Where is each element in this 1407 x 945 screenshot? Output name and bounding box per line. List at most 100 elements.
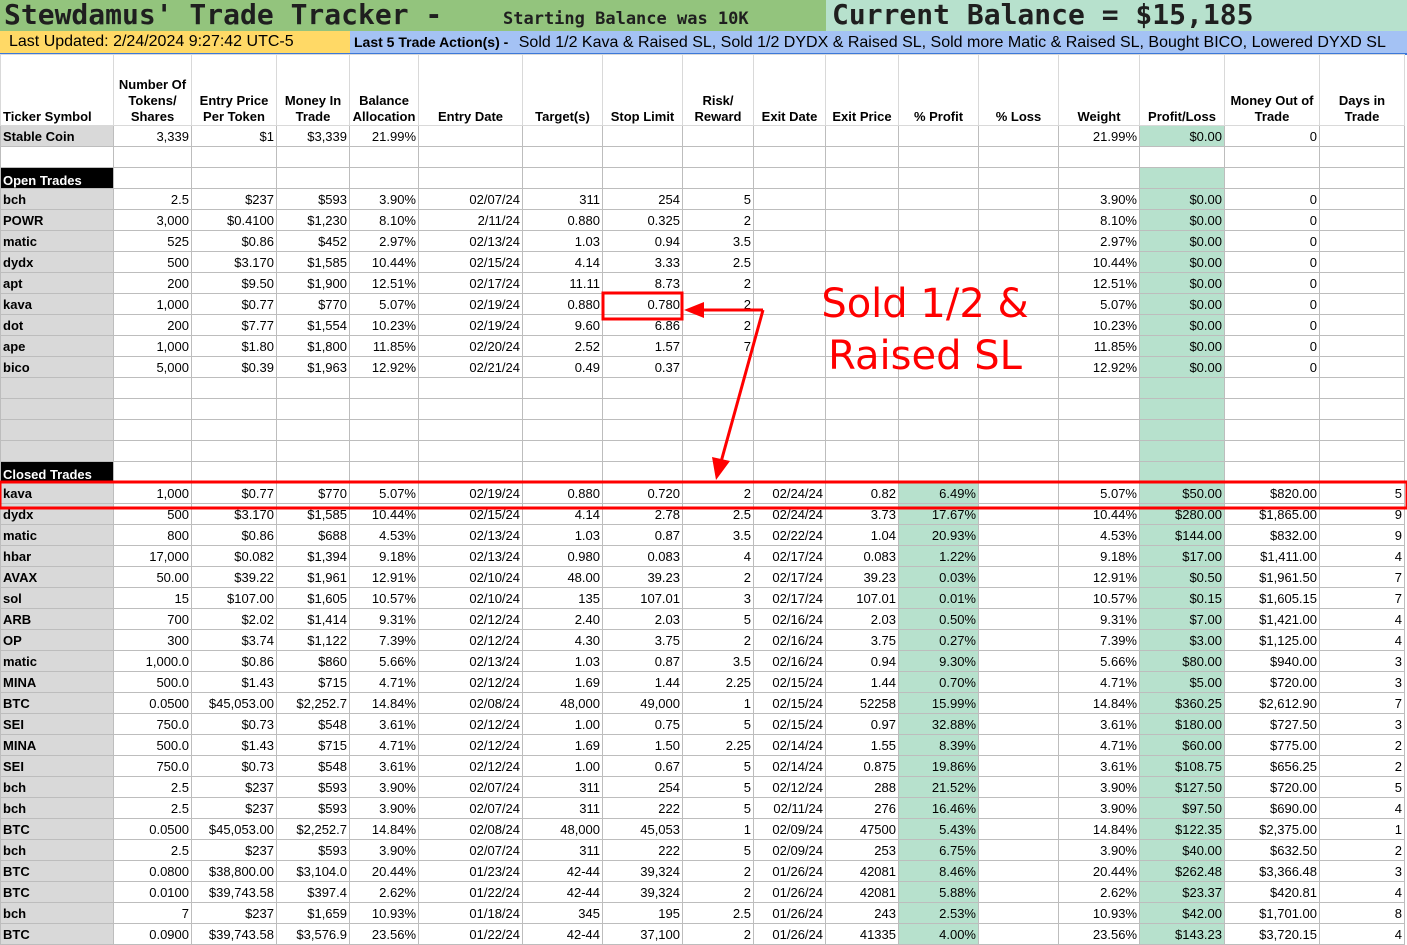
data-cell[interactable]: $3,104.0: [276, 860, 350, 882]
data-cell[interactable]: 253: [825, 839, 899, 861]
data-cell[interactable]: 41335: [825, 923, 899, 945]
data-cell[interactable]: $108.75: [1139, 755, 1225, 777]
ticker-cell[interactable]: bch: [0, 839, 114, 861]
data-cell[interactable]: $593: [276, 797, 350, 819]
data-cell[interactable]: $770: [276, 293, 350, 315]
data-cell[interactable]: 2: [1319, 839, 1405, 861]
ticker-cell[interactable]: BTC: [0, 860, 114, 882]
data-cell[interactable]: 4.30: [522, 629, 603, 651]
ticker-cell[interactable]: bch: [0, 902, 114, 924]
data-cell[interactable]: 300: [113, 629, 192, 651]
data-cell[interactable]: 4: [1319, 629, 1405, 651]
data-cell[interactable]: 3,000: [113, 209, 192, 231]
empty-cell[interactable]: [1139, 167, 1225, 189]
data-cell[interactable]: $1,800: [276, 335, 350, 357]
data-cell[interactable]: [978, 923, 1059, 945]
data-cell[interactable]: 5: [1319, 482, 1405, 504]
empty-cell[interactable]: [276, 461, 350, 483]
empty-cell[interactable]: [418, 440, 523, 462]
data-cell[interactable]: 12.92%: [349, 356, 419, 378]
data-cell[interactable]: $3,720.15: [1224, 923, 1320, 945]
ticker-cell[interactable]: OP: [0, 629, 114, 651]
data-cell[interactable]: $0.00: [1139, 230, 1225, 252]
data-cell[interactable]: 5.07%: [349, 293, 419, 315]
data-cell[interactable]: 700: [113, 608, 192, 630]
empty-cell[interactable]: [418, 377, 523, 399]
data-cell[interactable]: $0.00: [1139, 335, 1225, 357]
empty-cell[interactable]: [1319, 419, 1405, 441]
data-cell[interactable]: $1,125.00: [1224, 629, 1320, 651]
data-cell[interactable]: [753, 188, 826, 210]
data-cell[interactable]: $0.50: [1139, 566, 1225, 588]
data-cell[interactable]: 02/21/24: [418, 356, 523, 378]
empty-cell[interactable]: [898, 419, 979, 441]
data-cell[interactable]: 02/14/24: [753, 734, 826, 756]
data-cell[interactable]: $0.39: [191, 356, 277, 378]
data-cell[interactable]: 0.75: [602, 713, 683, 735]
data-cell[interactable]: 12.92%: [1058, 356, 1140, 378]
data-cell[interactable]: 0: [1224, 335, 1320, 357]
empty-cell[interactable]: [276, 167, 350, 189]
data-cell[interactable]: 2.40: [522, 608, 603, 630]
data-cell[interactable]: $237: [191, 839, 277, 861]
data-cell[interactable]: 1: [1319, 818, 1405, 840]
data-cell[interactable]: 254: [602, 776, 683, 798]
data-cell[interactable]: $0.4100: [191, 209, 277, 231]
data-cell[interactable]: [682, 356, 754, 378]
data-cell[interactable]: $0.15: [1139, 587, 1225, 609]
data-cell[interactable]: 2: [682, 293, 754, 315]
data-cell[interactable]: 0.0100: [113, 881, 192, 903]
empty-cell[interactable]: [1139, 146, 1225, 168]
data-cell[interactable]: $0.73: [191, 713, 277, 735]
data-cell[interactable]: 0.27%: [898, 629, 979, 651]
empty-cell[interactable]: [349, 377, 419, 399]
data-cell[interactable]: 0: [1224, 356, 1320, 378]
data-cell[interactable]: 0.94: [825, 650, 899, 672]
empty-cell[interactable]: [113, 461, 192, 483]
data-cell[interactable]: 222: [602, 839, 683, 861]
data-cell[interactable]: 23.56%: [1058, 923, 1140, 945]
empty-cell[interactable]: [753, 461, 826, 483]
empty-cell[interactable]: [978, 440, 1059, 462]
column-header[interactable]: % Loss: [978, 54, 1059, 126]
data-cell[interactable]: 5: [682, 755, 754, 777]
empty-cell[interactable]: [825, 167, 899, 189]
data-cell[interactable]: 1.69: [522, 734, 603, 756]
data-cell[interactable]: $1.80: [191, 335, 277, 357]
data-cell[interactable]: $0.77: [191, 293, 277, 315]
data-cell[interactable]: $3,366.48: [1224, 860, 1320, 882]
ticker-cell[interactable]: bico: [0, 356, 114, 378]
data-cell[interactable]: 42-44: [522, 860, 603, 882]
data-cell[interactable]: [1319, 230, 1405, 252]
data-cell[interactable]: 02/07/24: [418, 797, 523, 819]
data-cell[interactable]: 2.5: [113, 188, 192, 210]
ticker-cell[interactable]: BTC: [0, 881, 114, 903]
data-cell[interactable]: [978, 692, 1059, 714]
data-cell[interactable]: 47500: [825, 818, 899, 840]
data-cell[interactable]: 02/19/24: [418, 482, 523, 504]
data-cell[interactable]: 39,324: [602, 860, 683, 882]
empty-cell[interactable]: [825, 440, 899, 462]
data-cell[interactable]: 0.70%: [898, 671, 979, 693]
column-header[interactable]: Target(s): [522, 54, 603, 126]
data-cell[interactable]: 500.0: [113, 734, 192, 756]
data-cell[interactable]: 107.01: [825, 587, 899, 609]
data-cell[interactable]: [978, 482, 1059, 504]
empty-cell[interactable]: [682, 146, 754, 168]
data-cell[interactable]: 10.23%: [1058, 314, 1140, 336]
data-cell[interactable]: [978, 797, 1059, 819]
data-cell[interactable]: 01/26/24: [753, 881, 826, 903]
data-cell[interactable]: $280.00: [1139, 503, 1225, 525]
ticker-cell[interactable]: POWR: [0, 209, 114, 231]
empty-cell[interactable]: [825, 419, 899, 441]
data-cell[interactable]: 02/07/24: [418, 188, 523, 210]
data-cell[interactable]: $548: [276, 755, 350, 777]
empty-cell[interactable]: [0, 146, 114, 168]
data-cell[interactable]: [978, 860, 1059, 882]
empty-cell[interactable]: [1224, 398, 1320, 420]
empty-cell[interactable]: [1319, 440, 1405, 462]
empty-cell[interactable]: [825, 146, 899, 168]
data-cell[interactable]: 2: [682, 860, 754, 882]
data-cell[interactable]: [978, 230, 1059, 252]
data-cell[interactable]: $720.00: [1224, 671, 1320, 693]
